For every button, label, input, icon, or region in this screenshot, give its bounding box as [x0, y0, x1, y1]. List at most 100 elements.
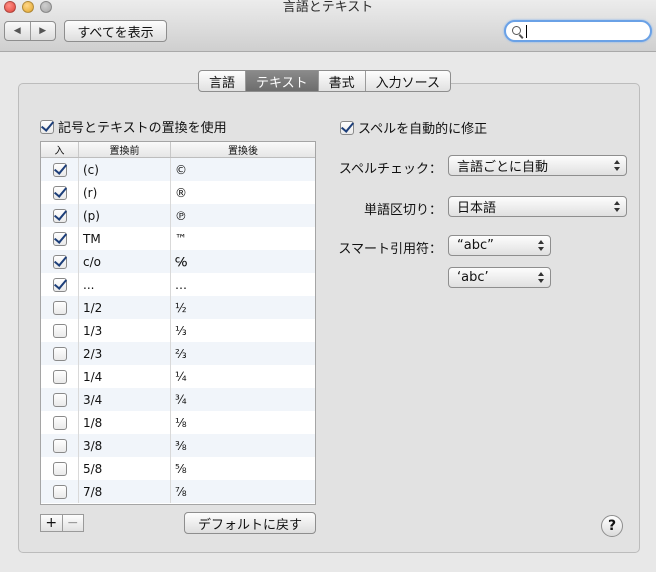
- column-header-before[interactable]: 置換前: [79, 142, 171, 157]
- row-enabled-checkbox[interactable]: [52, 277, 67, 292]
- table-row[interactable]: (r) ®: [41, 181, 315, 204]
- table-header: 入 置換前 置換後: [41, 142, 315, 158]
- row-cell-after[interactable]: ℗: [171, 204, 315, 227]
- row-cell-after[interactable]: ½: [171, 296, 315, 319]
- row-cell-before[interactable]: 1/8: [79, 411, 171, 434]
- autocorrect-checkbox[interactable]: [340, 120, 354, 135]
- search-field[interactable]: [504, 20, 652, 42]
- updown-arrows-icon: [614, 200, 621, 213]
- word-break-value: 日本語: [457, 201, 497, 216]
- restore-defaults-button[interactable]: デフォルトに戻す: [184, 512, 316, 534]
- row-cell-after[interactable]: ⅛: [171, 411, 315, 434]
- table-row[interactable]: 1/2 ½: [41, 296, 315, 319]
- row-cell-on: [41, 250, 79, 273]
- table-row[interactable]: c/o ℅: [41, 250, 315, 273]
- row-enabled-checkbox[interactable]: [52, 369, 67, 384]
- table-row[interactable]: 1/8 ⅛: [41, 411, 315, 434]
- table-row[interactable]: 5/8 ⅝: [41, 457, 315, 480]
- tab-text[interactable]: テキスト: [245, 71, 318, 91]
- row-cell-after[interactable]: …: [171, 273, 315, 296]
- table-row[interactable]: 2/3 ⅔: [41, 342, 315, 365]
- row-enabled-checkbox[interactable]: [52, 484, 67, 499]
- row-cell-after[interactable]: ¼: [171, 365, 315, 388]
- row-cell-after[interactable]: ⅞: [171, 480, 315, 503]
- spellcheck-popup[interactable]: 言語ごとに自動: [448, 155, 627, 176]
- row-cell-on: [41, 342, 79, 365]
- row-enabled-checkbox[interactable]: [52, 162, 67, 177]
- row-cell-after[interactable]: ⅜: [171, 434, 315, 457]
- row-cell-before[interactable]: 3/8: [79, 434, 171, 457]
- row-cell-after[interactable]: ℅: [171, 250, 315, 273]
- smart-quotes-label: スマート引用符：: [338, 242, 442, 257]
- use-replacement-checkbox[interactable]: [40, 119, 54, 134]
- help-button[interactable]: ?: [601, 515, 623, 537]
- row-enabled-checkbox[interactable]: [52, 300, 67, 315]
- word-break-popup[interactable]: 日本語: [448, 196, 627, 217]
- row-cell-after[interactable]: ⅔: [171, 342, 315, 365]
- column-header-after[interactable]: 置換後: [171, 142, 315, 157]
- column-header-on[interactable]: 入: [41, 142, 79, 157]
- row-cell-after[interactable]: ⅝: [171, 457, 315, 480]
- replacement-table: 入 置換前 置換後 (c) © (r) ® (p) ℗ TM ™ c/o ℅...… 1/2 ½ 1/3…: [40, 141, 316, 505]
- row-cell-before[interactable]: 3/4: [79, 388, 171, 411]
- row-cell-after[interactable]: ¾: [171, 388, 315, 411]
- row-enabled-checkbox[interactable]: [52, 254, 67, 269]
- word-break-label: 単語区切り：: [363, 203, 442, 218]
- autocorrect-label: スペルを自動的に修正: [358, 122, 488, 137]
- row-enabled-checkbox[interactable]: [52, 208, 67, 223]
- forward-arrow-icon[interactable]: ▶: [29, 22, 56, 40]
- add-button[interactable]: +: [41, 515, 62, 531]
- row-enabled-checkbox[interactable]: [52, 185, 67, 200]
- row-cell-before[interactable]: c/o: [79, 250, 171, 273]
- table-row[interactable]: (p) ℗: [41, 204, 315, 227]
- table-row[interactable]: (c) ©: [41, 158, 315, 181]
- show-all-button[interactable]: すべてを表示: [64, 20, 167, 42]
- row-cell-before[interactable]: ...: [79, 273, 171, 296]
- row-cell-on: [41, 319, 79, 342]
- double-quotes-popup[interactable]: “abc”: [448, 235, 551, 256]
- table-row[interactable]: 1/4 ¼: [41, 365, 315, 388]
- back-forward-control: ◀ ▶: [4, 21, 56, 41]
- row-cell-after[interactable]: ®: [171, 181, 315, 204]
- row-cell-before[interactable]: 1/2: [79, 296, 171, 319]
- row-cell-after[interactable]: ⅓: [171, 319, 315, 342]
- single-quotes-popup[interactable]: ‘abc’: [448, 267, 551, 288]
- row-cell-on: [41, 480, 79, 503]
- row-enabled-checkbox[interactable]: [52, 392, 67, 407]
- row-cell-on: [41, 296, 79, 319]
- row-enabled-checkbox[interactable]: [52, 415, 67, 430]
- row-cell-before[interactable]: 1/4: [79, 365, 171, 388]
- row-enabled-checkbox[interactable]: [52, 438, 67, 453]
- row-cell-on: [41, 204, 79, 227]
- row-enabled-checkbox[interactable]: [52, 323, 67, 338]
- row-cell-before[interactable]: (p): [79, 204, 171, 227]
- row-cell-before[interactable]: TM: [79, 227, 171, 250]
- tab-language[interactable]: 言語: [199, 71, 245, 91]
- table-row[interactable]: ...…: [41, 273, 315, 296]
- row-cell-before[interactable]: 5/8: [79, 457, 171, 480]
- row-enabled-checkbox[interactable]: [52, 231, 67, 246]
- row-cell-before[interactable]: (c): [79, 158, 171, 181]
- single-quotes-value: ‘abc’: [457, 270, 489, 285]
- row-cell-before[interactable]: (r): [79, 181, 171, 204]
- tab-formats[interactable]: 書式: [317, 71, 365, 91]
- table-row[interactable]: 1/3 ⅓: [41, 319, 315, 342]
- table-row[interactable]: 3/8 ⅜: [41, 434, 315, 457]
- back-arrow-icon[interactable]: ◀: [5, 22, 30, 40]
- use-replacement-option[interactable]: 記号とテキストの置換を使用: [40, 117, 227, 136]
- row-cell-before[interactable]: 1/3: [79, 319, 171, 342]
- row-cell-on: [41, 434, 79, 457]
- row-cell-before[interactable]: 2/3: [79, 342, 171, 365]
- table-row[interactable]: 7/8 ⅞: [41, 480, 315, 503]
- window-toolbar: 言語とテキスト ◀ ▶ すべてを表示: [0, 0, 656, 52]
- autocorrect-option[interactable]: スペルを自動的に修正: [340, 118, 487, 137]
- row-cell-after[interactable]: ©: [171, 158, 315, 181]
- row-enabled-checkbox[interactable]: [52, 346, 67, 361]
- table-row[interactable]: 3/4 ¾: [41, 388, 315, 411]
- remove-button[interactable]: −: [61, 515, 84, 531]
- table-row[interactable]: TM ™: [41, 227, 315, 250]
- row-enabled-checkbox[interactable]: [52, 461, 67, 476]
- row-cell-before[interactable]: 7/8: [79, 480, 171, 503]
- row-cell-after[interactable]: ™: [171, 227, 315, 250]
- tab-input-sources[interactable]: 入力ソース: [364, 71, 450, 91]
